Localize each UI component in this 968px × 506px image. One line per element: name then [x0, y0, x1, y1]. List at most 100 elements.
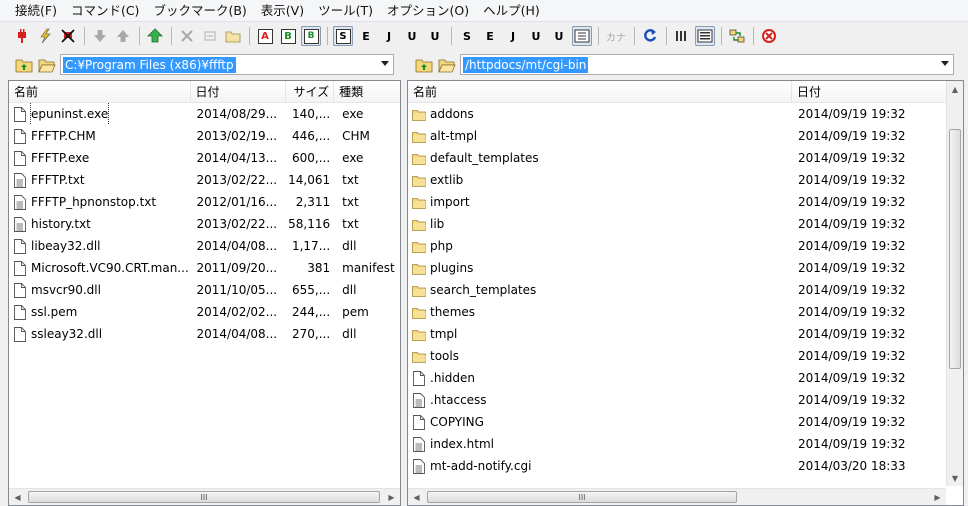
download-button[interactable] — [90, 26, 110, 46]
local-file-row[interactable]: FFFTP_hpnonstop.txt 2012/01/16... 2,311 txt — [9, 191, 400, 213]
remote-file-row[interactable]: default_templates 2014/09/19 19:32 — [408, 147, 946, 169]
remote-file-row[interactable]: addons 2014/09/19 19:32 — [408, 103, 946, 125]
local-utf8-bom-button[interactable]: U — [549, 26, 569, 46]
detail-view-button[interactable] — [695, 26, 715, 46]
local-file-row[interactable]: history.txt 2013/02/22... 58,116 txt — [9, 213, 400, 235]
scroll-thumb[interactable] — [949, 129, 961, 369]
column-header-name[interactable]: 名前 — [408, 81, 792, 103]
auto-mode-button[interactable]: B — [301, 26, 321, 46]
remote-file-row[interactable]: plugins 2014/09/19 19:32 — [408, 257, 946, 279]
remote-file-row[interactable]: lib 2014/09/19 19:32 — [408, 213, 946, 235]
abort-button[interactable] — [759, 26, 779, 46]
no-conversion-button[interactable] — [572, 26, 592, 46]
local-file-row[interactable]: ssl.pem 2014/02/02... 244,... pem — [9, 301, 400, 323]
remote-parent-folder-button[interactable] — [414, 55, 434, 75]
menu-item[interactable]: 接続(F) — [8, 0, 64, 22]
file-icon — [412, 414, 426, 430]
remote-file-row[interactable]: .hidden 2014/09/19 19:32 — [408, 367, 946, 389]
local-file-row[interactable]: FFFTP.CHM 2013/02/19... 446,... CHM — [9, 125, 400, 147]
ascii-mode-button[interactable]: A — [255, 26, 275, 46]
remote-file-row[interactable]: .htaccess 2014/09/19 19:32 — [408, 389, 946, 411]
refresh-button[interactable] — [640, 26, 660, 46]
chevron-down-icon[interactable] — [381, 61, 389, 66]
delete-button[interactable] — [177, 26, 197, 46]
list-view-button[interactable] — [672, 26, 692, 46]
local-file-row[interactable]: FFFTP.exe 2014/04/13... 600,... exe — [9, 147, 400, 169]
menu-item[interactable]: オプション(O) — [380, 0, 476, 22]
rename-button[interactable] — [200, 26, 220, 46]
menu-item[interactable]: 表示(V) — [254, 0, 311, 22]
remote-file-row[interactable]: themes 2014/09/19 19:32 — [408, 301, 946, 323]
local-file-row[interactable]: Microsoft.VC90.CRT.man... 2011/09/20... 38… — [9, 257, 400, 279]
binary-mode-button[interactable]: B — [278, 26, 298, 46]
scroll-up-icon[interactable]: ▲ — [947, 81, 963, 97]
chevron-down-icon[interactable] — [941, 61, 949, 66]
local-path-combo[interactable]: C:¥Program Files (x86)¥ffftp — [60, 54, 394, 75]
column-header-size[interactable]: サイズ — [286, 81, 335, 103]
mirror-upload-button[interactable] — [145, 26, 165, 46]
remote-utf8-button[interactable]: U — [402, 26, 422, 46]
remote-vertical-scrollbar[interactable]: ▲ ▼ — [946, 81, 963, 486]
remote-horizontal-scrollbar[interactable]: ◀ III ▶ — [408, 488, 946, 505]
menu-item[interactable]: コマンド(C) — [64, 0, 146, 22]
remote-open-folder-button[interactable] — [437, 55, 457, 75]
menu-item[interactable]: ツール(T) — [311, 0, 380, 22]
file-name: .hidden — [430, 371, 475, 385]
local-jis-button[interactable]: J — [503, 26, 523, 46]
folder-icon — [412, 128, 426, 144]
remote-file-list[interactable]: 名前 日付 addons 2014/09/19 19:32 alt-tmpl 2014… — [407, 80, 964, 506]
menu-item[interactable]: ヘルプ(H) — [476, 0, 547, 22]
local-file-row[interactable]: epuninst.exe 2014/08/29... 140,... exe — [9, 103, 400, 125]
remote-file-row[interactable]: extlib 2014/09/19 19:32 — [408, 169, 946, 191]
local-horizontal-scrollbar[interactable]: ◀ III ▶ — [9, 488, 400, 505]
file-name: tools — [430, 349, 459, 363]
file-date: 2014/09/19 19:32 — [798, 151, 906, 165]
column-header-type[interactable]: 種類 — [334, 81, 400, 103]
column-header-date[interactable]: 日付 — [792, 81, 946, 103]
local-parent-folder-button[interactable] — [14, 55, 34, 75]
quick-connect-button[interactable] — [35, 26, 55, 46]
local-file-row[interactable]: FFFTP.txt 2013/02/22... 14,061 txt — [9, 169, 400, 191]
remote-sjis-button[interactable]: S — [333, 26, 353, 46]
remote-file-row[interactable]: import 2014/09/19 19:32 — [408, 191, 946, 213]
remote-utf8-bom-button[interactable]: U — [425, 26, 445, 46]
remote-file-row[interactable]: alt-tmpl 2014/09/19 19:32 — [408, 125, 946, 147]
remote-file-row[interactable]: tools 2014/09/19 19:32 — [408, 345, 946, 367]
upload-button[interactable] — [113, 26, 133, 46]
file-date: 2014/03/20 18:33 — [798, 459, 906, 473]
remote-file-row[interactable]: COPYING 2014/09/19 19:32 — [408, 411, 946, 433]
remote-file-row[interactable]: php 2014/09/19 19:32 — [408, 235, 946, 257]
connect-button[interactable] — [12, 26, 32, 46]
local-euc-button[interactable]: E — [480, 26, 500, 46]
remote-file-row[interactable]: search_templates 2014/09/19 19:32 — [408, 279, 946, 301]
text-file-icon — [412, 392, 426, 408]
sync-folders-button[interactable] — [727, 26, 747, 46]
scroll-left-icon[interactable]: ◀ — [9, 489, 26, 505]
remote-path-combo[interactable]: /httpdocs/mt/cgi-bin — [460, 54, 954, 75]
local-file-list[interactable]: 名前 日付 サイズ 種類 epuninst.exe 2014/08/29... 14… — [8, 80, 401, 506]
scroll-right-icon[interactable]: ▶ — [383, 489, 400, 505]
column-header-name[interactable]: 名前 — [9, 81, 191, 103]
local-file-row[interactable]: msvcr90.dll 2011/10/05... 655,... dll — [9, 279, 400, 301]
scroll-left-icon[interactable]: ◀ — [408, 489, 425, 505]
local-file-row[interactable]: libeay32.dll 2014/04/08... 1,17... dll — [9, 235, 400, 257]
scroll-right-icon[interactable]: ▶ — [929, 489, 946, 505]
local-sjis-button[interactable]: S — [457, 26, 477, 46]
kana-convert-button[interactable]: カナ — [604, 26, 628, 46]
toolbar-separator — [84, 27, 85, 45]
local-file-row[interactable]: ssleay32.dll 2014/04/08... 270,... dll — [9, 323, 400, 345]
column-header-date[interactable]: 日付 — [191, 81, 287, 103]
scroll-thumb[interactable]: III — [28, 491, 380, 503]
remote-file-row[interactable]: index.html 2014/09/19 19:32 — [408, 433, 946, 455]
scroll-thumb[interactable]: III — [427, 491, 737, 503]
disconnect-button[interactable] — [58, 26, 78, 46]
remote-file-row[interactable]: tmpl 2014/09/19 19:32 — [408, 323, 946, 345]
remote-file-row[interactable]: mt-add-notify.cgi 2014/03/20 18:33 — [408, 455, 946, 477]
menu-item[interactable]: ブックマーク(B) — [146, 0, 253, 22]
local-open-folder-button[interactable] — [37, 55, 57, 75]
remote-euc-button[interactable]: E — [356, 26, 376, 46]
new-folder-button[interactable] — [223, 26, 243, 46]
local-utf8-button[interactable]: U — [526, 26, 546, 46]
scroll-down-icon[interactable]: ▼ — [947, 470, 963, 486]
remote-jis-button[interactable]: J — [379, 26, 399, 46]
